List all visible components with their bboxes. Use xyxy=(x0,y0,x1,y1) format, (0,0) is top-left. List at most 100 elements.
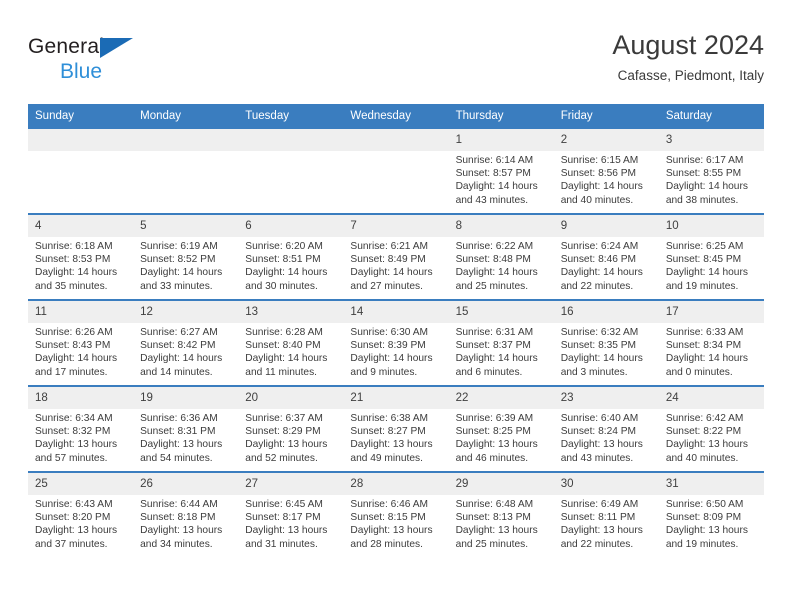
daylight-text: Daylight: 13 hours and 37 minutes. xyxy=(35,525,118,550)
day-cell-inner: 17 Sunrise: 6:33 AM Sunset: 8:34 PM Dayligh… xyxy=(658,301,764,385)
calendar-day-cell[interactable]: 10 Sunrise: 6:25 AM Sunset: 8:45 PM Dayligh… xyxy=(658,213,764,300)
calendar-page: General Blue August 2024 Cafasse, Piedmo… xyxy=(0,0,792,612)
calendar-day-cell[interactable]: 15 Sunrise: 6:31 AM Sunset: 8:37 PM Dayligh… xyxy=(448,299,554,386)
calendar-day-cell[interactable]: 2 Sunrise: 6:15 AM Sunset: 8:56 PM Daylight… xyxy=(553,129,659,214)
calendar-day-cell[interactable]: 3 Sunrise: 6:17 AM Sunset: 8:55 PM Daylight… xyxy=(658,129,764,214)
calendar-day-cell[interactable]: 30 Sunrise: 6:49 AM Sunset: 8:11 PM Dayligh… xyxy=(553,471,659,557)
sunrise-text: Sunrise: 6:15 AM xyxy=(560,155,639,166)
calendar-day-cell[interactable]: 13 Sunrise: 6:28 AM Sunset: 8:40 PM Dayligh… xyxy=(238,299,344,386)
day-cell-inner: 23 Sunrise: 6:40 AM Sunset: 8:24 PM Dayligh… xyxy=(553,387,659,471)
weekday-header-thursday: Thursday xyxy=(448,104,554,129)
weekday-header-friday: Friday xyxy=(553,104,659,129)
sunset-text: Sunset: 8:11 PM xyxy=(560,512,636,524)
day-details: Sunrise: 6:17 AM Sunset: 8:55 PM Daylight:… xyxy=(659,151,764,207)
day-cell-inner: 24 Sunrise: 6:42 AM Sunset: 8:22 PM Dayligh… xyxy=(658,387,764,471)
daylight-text: Daylight: 14 hours and 0 minutes. xyxy=(665,353,748,378)
day-number: 19 xyxy=(133,387,239,409)
sunset-text: Sunset: 8:48 PM xyxy=(455,254,531,266)
day-number: 5 xyxy=(133,215,239,237)
calendar-day-cell[interactable]: 20 Sunrise: 6:37 AM Sunset: 8:29 PM Dayligh… xyxy=(238,385,344,472)
day-number: 14 xyxy=(343,301,449,323)
daylight-text: Daylight: 14 hours and 9 minutes. xyxy=(350,353,433,378)
day-number: 10 xyxy=(658,215,764,237)
daylight-text: Daylight: 14 hours and 38 minutes. xyxy=(665,181,748,206)
calendar-day-cell[interactable]: 7 Sunrise: 6:21 AM Sunset: 8:49 PM Daylight… xyxy=(343,213,449,300)
day-cell-inner: 20 Sunrise: 6:37 AM Sunset: 8:29 PM Dayligh… xyxy=(238,387,344,471)
day-cell-inner: 30 Sunrise: 6:49 AM Sunset: 8:11 PM Dayligh… xyxy=(553,473,659,557)
sunset-text: Sunset: 8:35 PM xyxy=(560,340,637,352)
calendar-day-cell[interactable]: 14 Sunrise: 6:30 AM Sunset: 8:39 PM Dayligh… xyxy=(343,299,449,386)
day-details: Sunrise: 6:49 AM Sunset: 8:11 PM Daylight:… xyxy=(554,495,659,551)
calendar-body: 1 Sunrise: 6:14 AM Sunset: 8:57 PM Daylight… xyxy=(28,129,764,557)
day-number: 6 xyxy=(238,215,344,237)
calendar-day-cell[interactable]: 12 Sunrise: 6:27 AM Sunset: 8:42 PM Dayligh… xyxy=(133,299,239,386)
daylight-text: Daylight: 14 hours and 3 minutes. xyxy=(560,353,643,378)
calendar-day-cell[interactable]: 25 Sunrise: 6:43 AM Sunset: 8:20 PM Dayligh… xyxy=(28,471,134,557)
daylight-text: Daylight: 13 hours and 34 minutes. xyxy=(140,525,223,550)
sunset-text: Sunset: 8:31 PM xyxy=(140,426,216,438)
day-details: Sunrise: 6:48 AM Sunset: 8:13 PM Daylight:… xyxy=(449,495,554,551)
sunset-text: Sunset: 8:37 PM xyxy=(455,340,531,352)
calendar-day-cell[interactable]: 21 Sunrise: 6:38 AM Sunset: 8:27 PM Dayligh… xyxy=(343,385,449,472)
daylight-text: Daylight: 14 hours and 6 minutes. xyxy=(455,353,538,378)
calendar-day-cell[interactable]: 17 Sunrise: 6:33 AM Sunset: 8:34 PM Dayligh… xyxy=(658,299,764,386)
day-details: Sunrise: 6:30 AM Sunset: 8:39 PM Daylight:… xyxy=(343,323,448,379)
calendar-day-cell[interactable]: 31 Sunrise: 6:50 AM Sunset: 8:09 PM Dayligh… xyxy=(658,471,764,557)
day-number xyxy=(28,129,134,151)
day-number: 21 xyxy=(343,387,449,409)
day-number: 11 xyxy=(28,301,134,323)
daylight-text: Daylight: 13 hours and 46 minutes. xyxy=(455,439,538,464)
day-cell-inner: 12 Sunrise: 6:27 AM Sunset: 8:42 PM Dayligh… xyxy=(133,301,239,385)
daylight-text: Daylight: 14 hours and 33 minutes. xyxy=(140,267,223,292)
calendar-day-cell[interactable]: 28 Sunrise: 6:46 AM Sunset: 8:15 PM Dayligh… xyxy=(343,471,449,557)
day-number: 13 xyxy=(238,301,344,323)
calendar-day-cell[interactable]: 8 Sunrise: 6:22 AM Sunset: 8:48 PM Daylight… xyxy=(448,213,554,300)
calendar-day-cell[interactable]: 29 Sunrise: 6:48 AM Sunset: 8:13 PM Dayligh… xyxy=(448,471,554,557)
day-number xyxy=(133,129,239,151)
calendar-day-cell[interactable]: 23 Sunrise: 6:40 AM Sunset: 8:24 PM Dayligh… xyxy=(553,385,659,472)
sunrise-text: Sunrise: 6:48 AM xyxy=(455,499,534,510)
calendar-day-cell[interactable]: 27 Sunrise: 6:45 AM Sunset: 8:17 PM Dayligh… xyxy=(238,471,344,557)
sunset-text: Sunset: 8:56 PM xyxy=(560,168,637,180)
calendar-day-cell[interactable]: 16 Sunrise: 6:32 AM Sunset: 8:35 PM Dayligh… xyxy=(553,299,659,386)
calendar-day-cell[interactable]: 18 Sunrise: 6:34 AM Sunset: 8:32 PM Dayligh… xyxy=(28,385,134,472)
calendar-day-cell[interactable]: 9 Sunrise: 6:24 AM Sunset: 8:46 PM Daylight… xyxy=(553,213,659,300)
day-number: 16 xyxy=(553,301,659,323)
sunrise-text: Sunrise: 6:36 AM xyxy=(140,413,218,424)
calendar-day-cell[interactable]: 6 Sunrise: 6:20 AM Sunset: 8:51 PM Daylight… xyxy=(238,213,344,300)
day-details: Sunrise: 6:40 AM Sunset: 8:24 PM Daylight:… xyxy=(554,409,659,465)
day-details: Sunrise: 6:20 AM Sunset: 8:51 PM Daylight:… xyxy=(238,237,343,293)
sunset-text: Sunset: 8:39 PM xyxy=(350,340,426,352)
sunrise-text: Sunrise: 6:19 AM xyxy=(140,241,218,252)
calendar-cell-empty xyxy=(343,129,449,214)
sunset-text: Sunset: 8:24 PM xyxy=(560,426,637,438)
calendar-day-cell[interactable]: 22 Sunrise: 6:39 AM Sunset: 8:25 PM Dayligh… xyxy=(448,385,554,472)
day-details: Sunrise: 6:37 AM Sunset: 8:29 PM Daylight:… xyxy=(238,409,343,465)
calendar-day-cell[interactable]: 19 Sunrise: 6:36 AM Sunset: 8:31 PM Dayligh… xyxy=(133,385,239,472)
day-number: 1 xyxy=(448,129,554,151)
day-number: 26 xyxy=(133,473,239,495)
calendar-day-cell[interactable]: 11 Sunrise: 6:26 AM Sunset: 8:43 PM Dayligh… xyxy=(28,299,134,386)
day-number: 2 xyxy=(553,129,659,151)
day-number: 27 xyxy=(238,473,344,495)
sunset-text: Sunset: 8:17 PM xyxy=(245,512,321,524)
day-number: 4 xyxy=(28,215,134,237)
day-number: 28 xyxy=(343,473,449,495)
sunset-text: Sunset: 8:52 PM xyxy=(140,254,216,266)
sunrise-text: Sunrise: 6:30 AM xyxy=(350,327,429,338)
calendar-day-cell[interactable]: 5 Sunrise: 6:19 AM Sunset: 8:52 PM Daylight… xyxy=(133,213,239,300)
sunrise-text: Sunrise: 6:18 AM xyxy=(35,241,113,252)
day-number xyxy=(343,129,449,151)
calendar-day-cell[interactable]: 1 Sunrise: 6:14 AM Sunset: 8:57 PM Daylight… xyxy=(448,129,554,214)
title-block: August 2024 Cafasse, Piedmont, Italy xyxy=(612,28,764,86)
day-details: Sunrise: 6:27 AM Sunset: 8:42 PM Daylight:… xyxy=(133,323,238,379)
calendar-day-cell[interactable]: 4 Sunrise: 6:18 AM Sunset: 8:53 PM Daylight… xyxy=(28,213,134,300)
daylight-text: Daylight: 14 hours and 35 minutes. xyxy=(35,267,118,292)
calendar-week-row: 25 Sunrise: 6:43 AM Sunset: 8:20 PM Dayligh… xyxy=(28,471,764,557)
calendar-week-row: 18 Sunrise: 6:34 AM Sunset: 8:32 PM Dayligh… xyxy=(28,385,764,472)
day-details: Sunrise: 6:44 AM Sunset: 8:18 PM Daylight:… xyxy=(133,495,238,551)
day-cell-inner: 10 Sunrise: 6:25 AM Sunset: 8:45 PM Dayligh… xyxy=(658,215,764,299)
calendar-day-cell[interactable]: 26 Sunrise: 6:44 AM Sunset: 8:18 PM Dayligh… xyxy=(133,471,239,557)
calendar-day-cell[interactable]: 24 Sunrise: 6:42 AM Sunset: 8:22 PM Dayligh… xyxy=(658,385,764,472)
sunrise-text: Sunrise: 6:49 AM xyxy=(560,499,639,510)
